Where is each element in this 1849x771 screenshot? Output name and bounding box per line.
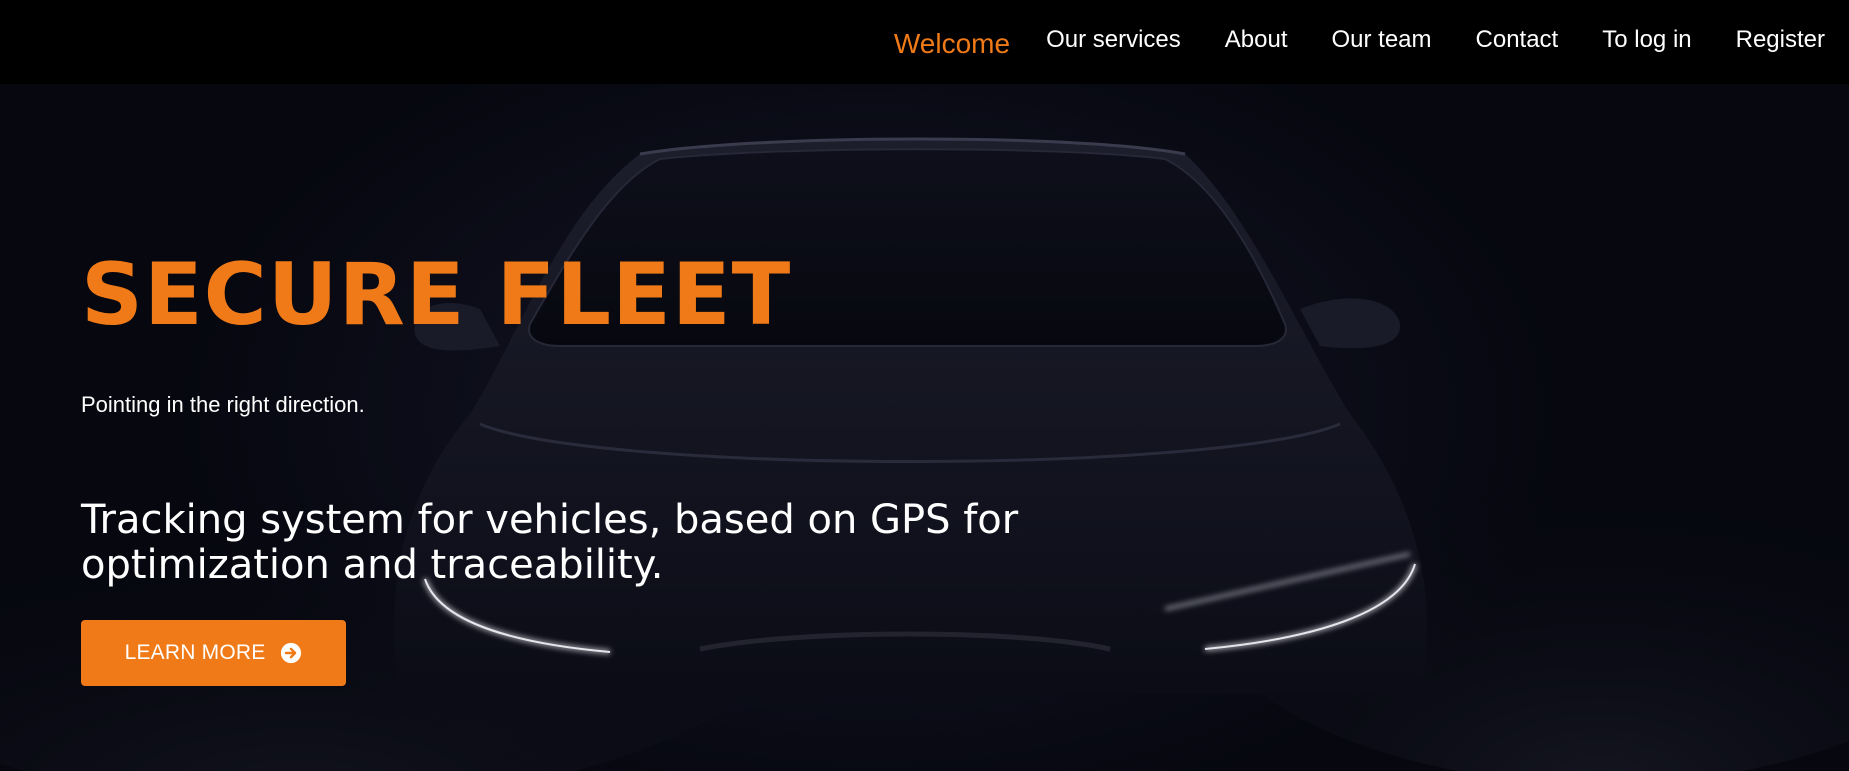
nav-item-about[interactable]: About [1225,26,1288,54]
learn-more-button[interactable]: LEARN MORE [81,620,346,686]
main-nav: Welcome Our services About Our team Cont… [850,0,1825,84]
nav-item-register[interactable]: Register [1736,26,1825,54]
learn-more-label: LEARN MORE [124,641,266,664]
nav-item-our-services[interactable]: Our services [1046,26,1181,54]
nav-item-our-team[interactable]: Our team [1331,26,1431,54]
nav-item-welcome[interactable]: Welcome [894,28,1010,60]
nav-item-log-in[interactable]: To log in [1602,26,1691,54]
hero-title: SECURE FLEET [81,245,792,345]
hero-section: SECURE FLEET Pointing in the right direc… [0,84,1849,771]
arrow-right-circle-icon [281,642,302,664]
hero-content: SECURE FLEET Pointing in the right direc… [81,84,1181,771]
top-navbar: Welcome Our services About Our team Cont… [0,0,1849,84]
hero-description: Tracking system for vehicles, based on G… [81,497,1019,588]
nav-item-contact[interactable]: Contact [1476,26,1559,54]
hero-tagline: Pointing in the right direction. [81,392,365,417]
